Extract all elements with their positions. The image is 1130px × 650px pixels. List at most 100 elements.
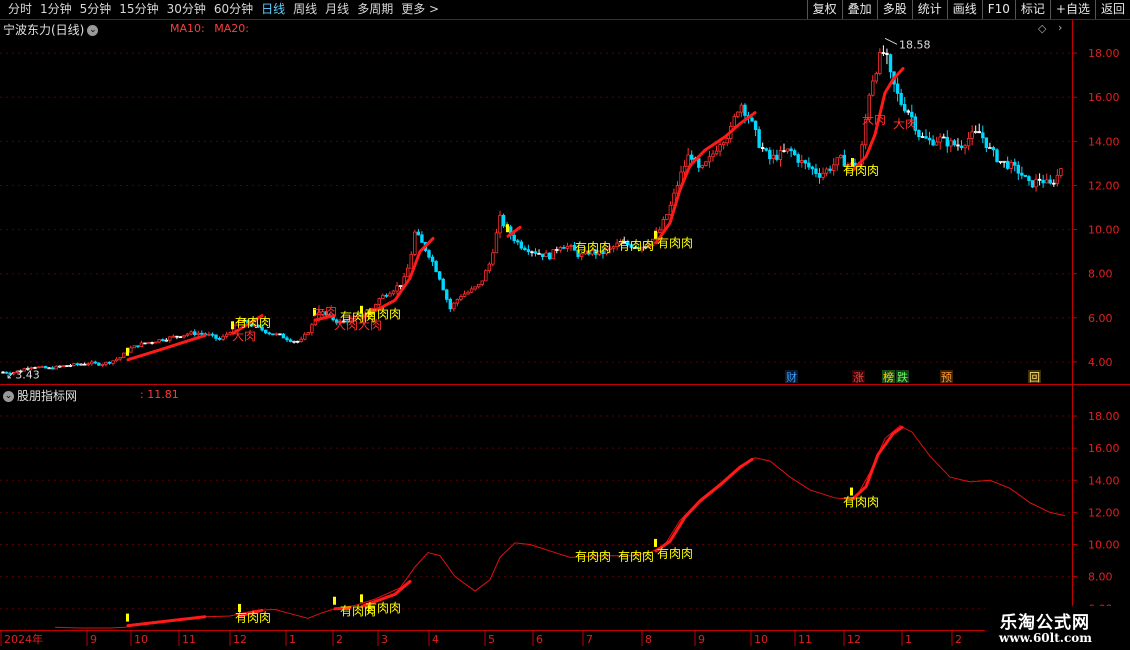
- candle-body: [271, 333, 275, 336]
- candle-body: [51, 367, 55, 370]
- candle-body: [391, 290, 396, 295]
- signal-label: 有肉肉: [235, 316, 271, 330]
- x-tick-label: 2: [336, 633, 343, 646]
- chart-canvas[interactable]: 4.006.008.0010.0012.0014.0016.0018.0018.…: [0, 0, 1130, 650]
- period-tab[interactable]: 更多 >: [397, 2, 443, 17]
- signal-label: 有肉肉: [843, 163, 879, 177]
- signal-segment: [850, 425, 904, 502]
- candle-body: [448, 298, 452, 310]
- period-tab[interactable]: 多周期: [353, 2, 397, 17]
- candle-body: [97, 362, 101, 366]
- chevron-down-icon[interactable]: ⌄: [3, 391, 14, 402]
- candle-body: [519, 241, 523, 249]
- candle-body: [79, 363, 83, 366]
- candle-body: [413, 231, 417, 255]
- candle-body: [952, 140, 957, 146]
- period-tab[interactable]: 15分钟: [115, 2, 162, 17]
- ma-legend: MA10: MA20:: [170, 22, 255, 35]
- candle-body: [1, 371, 5, 374]
- tool-button[interactable]: 返回: [1094, 0, 1130, 19]
- event-marker: 涨: [853, 371, 864, 384]
- candle-body: [832, 164, 836, 171]
- candle-body: [995, 149, 999, 163]
- candle-body: [768, 149, 772, 160]
- signal-label: 有肉肉: [843, 495, 879, 509]
- upper-chart-title[interactable]: 宁波东力(日线) ⌄: [3, 21, 99, 38]
- candle-body: [150, 342, 154, 344]
- candle-body: [452, 302, 456, 310]
- candle-body: [725, 138, 729, 144]
- candle-body: [224, 333, 229, 337]
- x-tick-label: 11: [798, 633, 812, 646]
- period-tab[interactable]: 月线: [321, 2, 353, 17]
- candle-body: [75, 363, 80, 366]
- candle-body: [157, 339, 161, 343]
- candle-body: [924, 136, 928, 139]
- candle-body: [934, 141, 939, 146]
- candle-body: [917, 130, 921, 138]
- candle-body: [480, 280, 484, 285]
- candle-body: [114, 358, 119, 362]
- candle-body: [182, 334, 186, 338]
- period-tab[interactable]: 日线: [257, 2, 289, 17]
- candle-body: [764, 148, 768, 151]
- candle-body: [792, 150, 797, 156]
- tool-button[interactable]: 多股: [876, 0, 912, 19]
- period-tab[interactable]: 60分钟: [210, 2, 257, 17]
- tool-button[interactable]: 统计: [911, 0, 947, 19]
- candle-body: [757, 129, 761, 148]
- signal-bar: [126, 613, 129, 622]
- high-label: 18.58: [899, 38, 931, 51]
- candle-body: [743, 104, 747, 116]
- candle-body: [540, 253, 545, 257]
- candle-body: [668, 204, 673, 215]
- x-tick-label: 5: [488, 633, 495, 646]
- candle-body: [303, 333, 307, 340]
- tool-button[interactable]: +自选: [1049, 0, 1095, 19]
- candle-body: [1027, 176, 1031, 181]
- event-marker: 预: [941, 371, 952, 384]
- candle-body: [803, 160, 807, 164]
- diamond-icon[interactable]: ◇: [1038, 22, 1046, 35]
- chevron-right-icon[interactable]: ›: [1058, 21, 1062, 34]
- candle-body: [736, 111, 740, 118]
- candle-body: [61, 365, 66, 367]
- candle-body: [93, 361, 97, 364]
- period-tab[interactable]: 30分钟: [163, 2, 210, 17]
- tool-button[interactable]: 复权: [806, 0, 842, 19]
- signal-label: 大肉: [232, 329, 256, 343]
- y-tick-label: 6.00: [1088, 312, 1113, 325]
- stock-name: 宁波东力(日线): [3, 23, 85, 37]
- tool-button[interactable]: 标记: [1014, 0, 1050, 19]
- candle-body: [707, 156, 712, 163]
- y-tick-label: 10.00: [1088, 539, 1120, 552]
- indicator-title[interactable]: ⌄ 股朋指标网: [3, 387, 77, 404]
- tool-button[interactable]: F10: [981, 0, 1015, 19]
- candle-body: [122, 352, 126, 358]
- candle-body: [437, 271, 442, 280]
- period-tab[interactable]: 1分钟: [36, 2, 76, 17]
- tool-button[interactable]: 画线: [946, 0, 982, 19]
- period-tab[interactable]: 周线: [289, 2, 321, 17]
- candle-body: [107, 361, 112, 364]
- candle-body: [537, 253, 541, 255]
- candle-body: [104, 361, 108, 365]
- y-tick-label: 10.00: [1088, 224, 1120, 237]
- candle-body: [278, 333, 282, 336]
- y-tick-label: 12.00: [1088, 179, 1120, 192]
- candle-body: [196, 332, 200, 335]
- candle-body: [704, 161, 708, 166]
- candle-body: [565, 245, 570, 249]
- high-pointer: [884, 37, 898, 45]
- candle-body: [789, 148, 793, 152]
- chevron-down-icon[interactable]: ⌄: [87, 25, 99, 36]
- candle-body: [210, 333, 215, 336]
- period-tab[interactable]: 5分钟: [76, 2, 116, 17]
- candle-body: [40, 366, 44, 368]
- period-tab[interactable]: 分时: [4, 2, 36, 17]
- candle-body: [498, 214, 502, 234]
- candle-body: [178, 336, 183, 339]
- tool-button[interactable]: 叠加: [841, 0, 877, 19]
- candle-body: [945, 136, 949, 147]
- candle-body: [207, 333, 211, 336]
